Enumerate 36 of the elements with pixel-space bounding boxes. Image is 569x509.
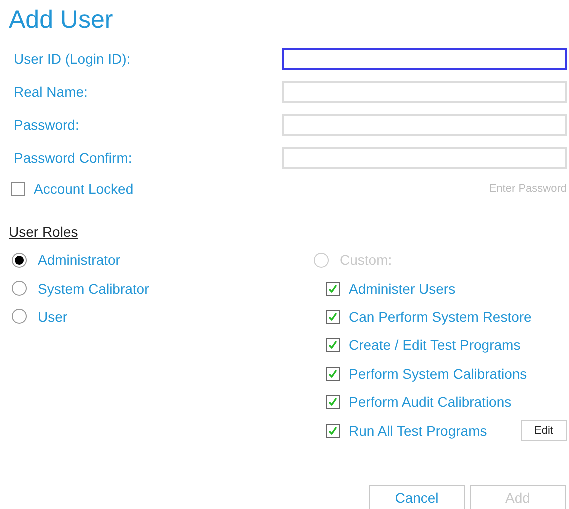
- checkbox[interactable]: [326, 282, 340, 296]
- page-title: Add User: [9, 5, 114, 36]
- checkbox[interactable]: [326, 366, 340, 381]
- field-label: Password:: [14, 116, 80, 132]
- radio-button[interactable]: [12, 252, 27, 268]
- edit-button[interactable]: Edit: [521, 420, 567, 442]
- input-field[interactable]: [282, 48, 567, 70]
- checkmark-icon: [328, 284, 338, 294]
- checkbox-label: Create / Edit Test Programs: [349, 337, 521, 354]
- radio-label: System Calibrator: [38, 280, 150, 297]
- field-label: Password Confirm:: [14, 150, 132, 166]
- hint-text: Enter Password: [489, 183, 567, 195]
- field-label: Real Name:: [14, 84, 88, 100]
- checkbox-label: Perform Audit Calibrations: [349, 394, 512, 410]
- radio-label: Administrator: [38, 252, 120, 268]
- checkbox[interactable]: [326, 338, 340, 352]
- checkbox-label: Perform System Calibrations: [349, 366, 528, 382]
- radio-button[interactable]: [12, 309, 27, 324]
- checkbox-label: Can Perform System Restore: [349, 308, 532, 325]
- dialog-button[interactable]: Cancel: [369, 485, 465, 509]
- checkbox-label: Account Locked: [34, 181, 134, 197]
- checkbox-label: Run All Test Programs: [349, 422, 488, 439]
- checkbox[interactable]: [326, 395, 340, 410]
- radio-button[interactable]: [12, 281, 27, 296]
- checkmark-icon: [328, 312, 338, 322]
- radio-label: User: [38, 308, 68, 325]
- field-label: User ID (Login ID):: [14, 50, 131, 66]
- checkmark-icon: [328, 340, 338, 350]
- checkbox[interactable]: [326, 310, 340, 324]
- section-heading: User Roles: [9, 224, 78, 240]
- checkmark-icon: [328, 368, 338, 379]
- checkbox-label: Administer Users: [349, 280, 456, 297]
- checkbox[interactable]: [11, 182, 25, 196]
- checkbox[interactable]: [326, 424, 340, 438]
- checkmark-icon: [328, 426, 338, 436]
- checkmark-icon: [328, 397, 338, 408]
